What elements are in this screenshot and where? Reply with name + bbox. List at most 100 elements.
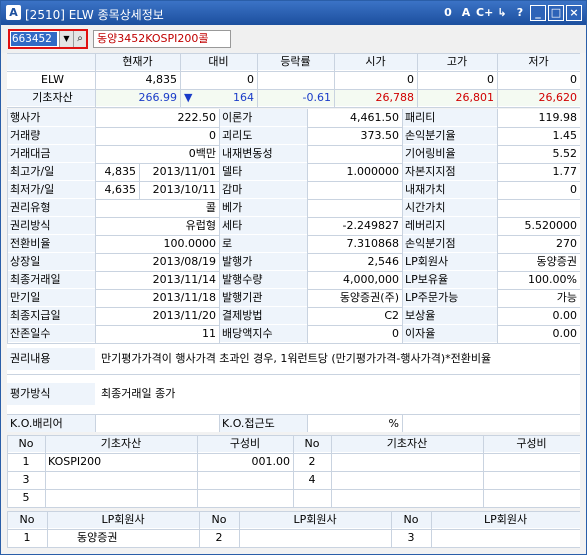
price-cell: 4,835	[145, 73, 178, 86]
pin-button[interactable]: ↳	[494, 5, 510, 21]
divider	[197, 435, 198, 507]
divider	[95, 109, 96, 343]
detail-value: 4,461.50	[350, 111, 399, 124]
close-button[interactable]: ×	[566, 5, 582, 21]
lp-cell	[239, 529, 391, 546]
divider	[307, 415, 308, 432]
component-cell	[331, 453, 483, 470]
component-cell: 001.00	[251, 455, 291, 468]
divider	[257, 53, 258, 107]
detail-label: LP회원사	[402, 253, 497, 270]
detail-label: 내재가치	[402, 181, 497, 198]
minimize-button[interactable]: _	[530, 5, 546, 21]
detail-label: 보상율	[402, 307, 497, 324]
rights-text: 만기평가가격이 행사가격 초과인 경우, 1워런트당 (만기평가가격-행사가격)…	[101, 352, 492, 365]
detail-value: 2013/11/01	[152, 165, 216, 178]
code-input[interactable]: 663452	[11, 32, 57, 46]
divider	[497, 53, 498, 107]
price-cell: 0	[407, 73, 414, 86]
valuation-text: 최종거래일 종가	[101, 387, 176, 400]
price-cell	[257, 71, 334, 88]
detail-value: 2013/08/19	[152, 255, 216, 268]
price-header: 현재가	[95, 53, 180, 70]
help-button[interactable]: ?	[512, 5, 528, 21]
detail-value: 유럽형	[185, 219, 216, 232]
detail-label: 기어링비율	[402, 145, 497, 162]
ko-barrier-value	[95, 415, 219, 432]
elw-detail-window: A [2510] ELW 종목상세정보 0 A C+ ↳ ? _ □ × 663…	[0, 0, 587, 555]
price-header: 고가	[417, 53, 497, 70]
divider	[483, 435, 484, 507]
detail-label: 자본지지점	[402, 163, 497, 180]
component-cell: 4	[308, 473, 316, 486]
detail-label: 권리유형	[7, 199, 95, 216]
detail-label: 잔존일수	[7, 325, 95, 342]
code-selector[interactable]: 663452 ▼ ⌕	[8, 29, 88, 49]
lp-cell: 2	[215, 531, 223, 544]
detail-label: 시간가치	[402, 199, 497, 216]
detail-label: 내재변동성	[219, 145, 307, 162]
detail-value: 5.520000	[524, 219, 578, 232]
detail-label: 베가	[219, 199, 307, 216]
price-cell: 26,801	[417, 89, 497, 106]
app-icon: A	[6, 5, 21, 20]
divider	[7, 529, 580, 530]
detail-label: 거래대금	[7, 145, 95, 162]
chevron-down-icon[interactable]: ▼	[59, 31, 73, 47]
window-title: [2510] ELW 종목상세정보	[25, 8, 164, 22]
maximize-button[interactable]: □	[548, 5, 564, 21]
divider	[7, 507, 580, 508]
price-cell: 0	[570, 73, 577, 86]
component-cell: 3	[22, 473, 30, 486]
component-header: 기초자산	[331, 435, 483, 452]
detail-label: 이론가	[219, 109, 307, 126]
divider	[334, 53, 335, 107]
link-button[interactable]: C+	[476, 5, 493, 21]
detail-label: LP보유율	[402, 271, 497, 288]
detail-label: 패리티	[402, 109, 497, 126]
detail-value	[307, 181, 402, 198]
divider	[391, 511, 392, 547]
detail-label: 배당액지수	[219, 325, 307, 342]
detail-value: 콜	[205, 201, 216, 214]
lp-header: LP회원사	[47, 511, 199, 528]
detail-label: 최종지급일	[7, 307, 95, 324]
detail-label: 이자율	[402, 325, 497, 342]
component-cell	[45, 489, 197, 506]
zero-button[interactable]: 0	[440, 5, 456, 21]
ko-approach-label: K.O.접근도	[219, 415, 307, 432]
component-cell	[197, 471, 293, 488]
detail-value: 11	[202, 327, 216, 340]
detail-value: 119.98	[538, 111, 578, 124]
toolbar: 663452 ▼ ⌕ 동양3452KOSPI200콜	[1, 25, 586, 53]
lp-table: No LP회원사 No LP회원사 No LP회원사 1 동양증권 2 3	[7, 511, 580, 548]
detail-value: 4,835	[104, 165, 137, 178]
font-button[interactable]: A	[458, 5, 474, 21]
title-bar[interactable]: A [2510] ELW 종목상세정보 0 A C+ ↳ ? _ □ ×	[1, 1, 586, 25]
lp-header: No	[7, 511, 47, 528]
detail-label: 최종거래일	[7, 271, 95, 288]
detail-value: 100.0000	[163, 237, 217, 250]
detail-label: 행사가	[7, 109, 95, 126]
detail-value: 2013/11/20	[152, 309, 216, 322]
detail-label: 결제방법	[219, 307, 307, 324]
component-cell: 5	[22, 491, 30, 504]
ko-approach-value: %	[388, 417, 399, 430]
divider	[7, 89, 580, 90]
divider	[417, 53, 418, 107]
divider	[139, 163, 140, 181]
detail-value: 0	[209, 129, 216, 142]
detail-label: 세타	[219, 217, 307, 234]
detail-label: 로	[219, 235, 307, 252]
detail-label: LP주문가능	[402, 289, 497, 306]
detail-value: 4,635	[104, 183, 137, 196]
divider	[199, 511, 200, 547]
lp-cell: 동양증권	[77, 531, 118, 544]
detail-label: 발행수량	[219, 271, 307, 288]
search-icon[interactable]: ⌕	[73, 31, 86, 47]
component-cell: 2	[308, 455, 316, 468]
price-cell: -0.61	[257, 89, 334, 106]
divider	[95, 53, 96, 107]
component-cell	[197, 489, 293, 506]
divider	[45, 435, 46, 507]
